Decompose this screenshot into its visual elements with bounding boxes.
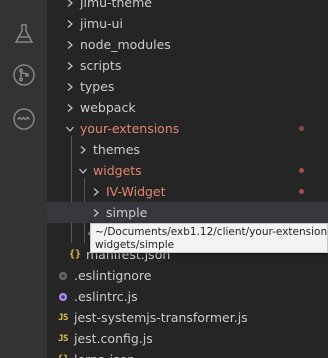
modified-indicator (299, 189, 304, 194)
activity-bar (0, 0, 47, 358)
tree-item-label: jimu-theme (80, 0, 152, 10)
file-explorer: jimu-theme jimu-ui node_modules scripts … (47, 0, 328, 358)
chevron-right-icon (63, 55, 77, 76)
tree-item-label: jest.config.js (74, 331, 153, 346)
path-tooltip: ~/Documents/exb1.12/client/your-extensio… (90, 223, 328, 253)
indent-guide (71, 136, 72, 243)
tree-item-label: lerna.json (71, 349, 135, 358)
tree-item-label: your-extensions (80, 121, 180, 136)
tooltip-line-2: widgets/simple (95, 239, 175, 251)
js-file-icon: JS (58, 333, 68, 344)
chevron-down-icon (76, 160, 90, 181)
tree-item-eslintignore[interactable]: .eslintignore (55, 265, 328, 286)
tree-item-eslintrc-js[interactable]: .eslintrc.js (55, 286, 328, 307)
modified-indicator (299, 126, 304, 131)
chevron-right-icon (76, 139, 90, 160)
tree-item-label: node_modules (80, 37, 171, 52)
chevron-right-icon (63, 34, 77, 55)
git-icon[interactable] (0, 55, 47, 95)
tree-item-jest-systemjs-transformer[interactable]: JS jest-systemjs-transformer.js (55, 307, 328, 328)
chevron-right-icon (63, 97, 77, 118)
tree-item-jimu-ui[interactable]: jimu-ui (63, 13, 328, 34)
js-file-icon: JS (58, 312, 68, 323)
tree-item-label: simple (106, 205, 148, 220)
chevron-right-icon (63, 0, 77, 13)
tree-item-label: jimu-ui (80, 16, 123, 31)
tree-item-label: .eslintignore (74, 268, 152, 283)
tree-item-label: webpack (80, 100, 136, 115)
tree-item-webpack[interactable]: webpack (63, 97, 328, 118)
tree-item-your-extensions[interactable]: your-extensions (63, 118, 328, 139)
tree-item-widgets[interactable]: widgets (76, 160, 328, 181)
eslint-icon (55, 286, 71, 307)
tree-item-themes[interactable]: themes (76, 139, 328, 160)
tree-item-label: IV-Widget (106, 184, 166, 199)
tree-item-label: widgets (93, 163, 142, 178)
chevron-right-icon (89, 181, 103, 202)
tree-item-jimu-theme[interactable]: jimu-theme (63, 0, 328, 13)
json-file-icon: {} (55, 349, 71, 358)
tree-item-lerna-json[interactable]: {} lerna.json (55, 349, 328, 358)
tree-item-label: types (80, 79, 115, 94)
chevron-right-icon (63, 76, 77, 97)
chevron-down-icon (63, 118, 77, 139)
extensions-icon[interactable] (0, 99, 47, 139)
tree-item-label: themes (93, 142, 140, 157)
modified-indicator (299, 168, 304, 173)
tooltip-line-1: ~/Documents/exb1.12/client/your-extensio… (95, 226, 328, 238)
tree-item-simple[interactable]: simple (47, 202, 328, 223)
tree-item-scripts[interactable]: scripts (63, 55, 328, 76)
tree-item-types[interactable]: types (63, 76, 328, 97)
tree-item-label: jest-systemjs-transformer.js (74, 310, 248, 325)
chevron-right-icon (89, 202, 103, 223)
tree-item-label: scripts (80, 58, 122, 73)
flask-icon[interactable] (0, 14, 47, 54)
tree-item-jest-config[interactable]: JS jest.config.js (55, 328, 328, 349)
chevron-right-icon (63, 13, 77, 34)
tree-item-iv-widget[interactable]: IV-Widget (89, 181, 328, 202)
tree-item-node-modules[interactable]: node_modules (63, 34, 328, 55)
tree-item-label: .eslintrc.js (74, 289, 138, 304)
json-file-icon: {} (68, 249, 82, 260)
eslint-ignore-icon (55, 265, 71, 286)
